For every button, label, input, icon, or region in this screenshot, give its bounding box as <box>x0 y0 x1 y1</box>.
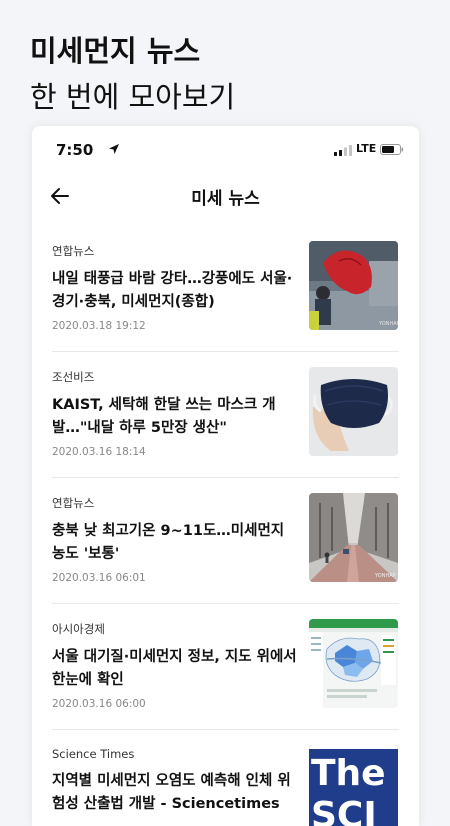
status-time: 7:50 <box>56 141 94 159</box>
svg-text:YONHAP: YONHAP <box>378 321 398 327</box>
news-item-text: 연합뉴스 충북 낮 최고기온 9~11도…미세먼지 농도 '보통' 2020.0… <box>52 495 297 584</box>
promo-title: 미세먼지 뉴스 <box>30 34 201 68</box>
nav-bar: 미세 뉴스 <box>32 172 419 224</box>
news-source: 조선비즈 <box>52 370 95 384</box>
news-date: 2020.03.18 19:12 <box>52 320 146 332</box>
news-date: 2020.03.16 18:14 <box>52 446 146 458</box>
news-item[interactable]: 연합뉴스 충북 낮 최고기온 9~11도…미세먼지 농도 '보통' 2020.0… <box>52 478 399 604</box>
news-item[interactable]: 아시아경제 서울 대기질·미세먼지 정보, 지도 위에서 한눈에 확인 2020… <box>52 604 399 730</box>
news-item-text: 조선비즈 KAIST, 세탁해 한달 쓰는 마스크 개발…"내달 하루 5만장 … <box>52 369 297 458</box>
news-item[interactable]: 조선비즈 KAIST, 세탁해 한달 쓰는 마스크 개발…"내달 하루 5만장 … <box>52 352 399 478</box>
news-item[interactable]: 연합뉴스 내일 태풍급 바람 강타…강풍에도 서울·경기·충북, 미세먼지(종합… <box>52 226 399 352</box>
news-list: 연합뉴스 내일 태풍급 바람 강타…강풍에도 서울·경기·충북, 미세먼지(종합… <box>32 226 419 826</box>
page-title: 미세 뉴스 <box>191 189 260 209</box>
news-source: 연합뉴스 <box>52 244 95 258</box>
news-title[interactable]: 내일 태풍급 바람 강타…강풍에도 서울·경기·충북, 미세먼지(종합) <box>52 268 297 314</box>
news-title[interactable]: 서울 대기질·미세먼지 정보, 지도 위에서 한눈에 확인 <box>52 646 297 692</box>
promo-subtitle: 한 번에 모아보기 <box>30 80 236 114</box>
svg-text:YONHAP: YONHAP <box>374 573 396 579</box>
news-title[interactable]: 지역별 미세먼지 오염도 예측해 인체 위험성 산출법 개발 - Science… <box>52 770 297 816</box>
news-date: 2020.03.16 06:01 <box>52 572 146 584</box>
news-thumbnail-map[interactable] <box>309 619 398 708</box>
news-item-text: 아시아경제 서울 대기질·미세먼지 정보, 지도 위에서 한눈에 확인 2020… <box>52 621 297 710</box>
news-item-text: Science Times 지역별 미세먼지 오염도 예측해 인체 위험성 산출… <box>52 747 297 822</box>
news-thumbnail-logo[interactable]: The SCI <box>309 745 398 826</box>
news-item-text: 연합뉴스 내일 태풍급 바람 강타…강풍에도 서울·경기·충북, 미세먼지(종합… <box>52 243 297 332</box>
news-source: 연합뉴스 <box>52 496 95 510</box>
news-title[interactable]: 충북 낮 최고기온 9~11도…미세먼지 농도 '보통' <box>52 520 297 566</box>
news-thumbnail-road[interactable]: YONHAP <box>309 493 398 582</box>
svg-text:The: The <box>311 753 386 794</box>
network-label: LTE <box>356 142 377 155</box>
signal-icon <box>334 145 352 156</box>
news-item[interactable]: Science Times 지역별 미세먼지 오염도 예측해 인체 위험성 산출… <box>52 730 399 826</box>
status-bar: 7:50 LTE <box>32 126 419 172</box>
battery-icon <box>380 144 404 155</box>
news-source: 아시아경제 <box>52 622 105 636</box>
news-thumbnail-umbrella[interactable]: YONHAP <box>309 241 398 330</box>
phone-screen: 7:50 LTE 미세 뉴스 연합뉴스 내일 태풍급 바람 강타…강풍에도 서울… <box>32 126 419 826</box>
news-title[interactable]: KAIST, 세탁해 한달 쓰는 마스크 개발…"내달 하루 5만장 생산" <box>52 394 297 440</box>
news-thumbnail-mask[interactable] <box>309 367 398 456</box>
location-arrow-icon <box>109 144 119 154</box>
news-date: 2020.03.16 06:00 <box>52 698 146 710</box>
news-source: Science Times <box>52 747 135 761</box>
